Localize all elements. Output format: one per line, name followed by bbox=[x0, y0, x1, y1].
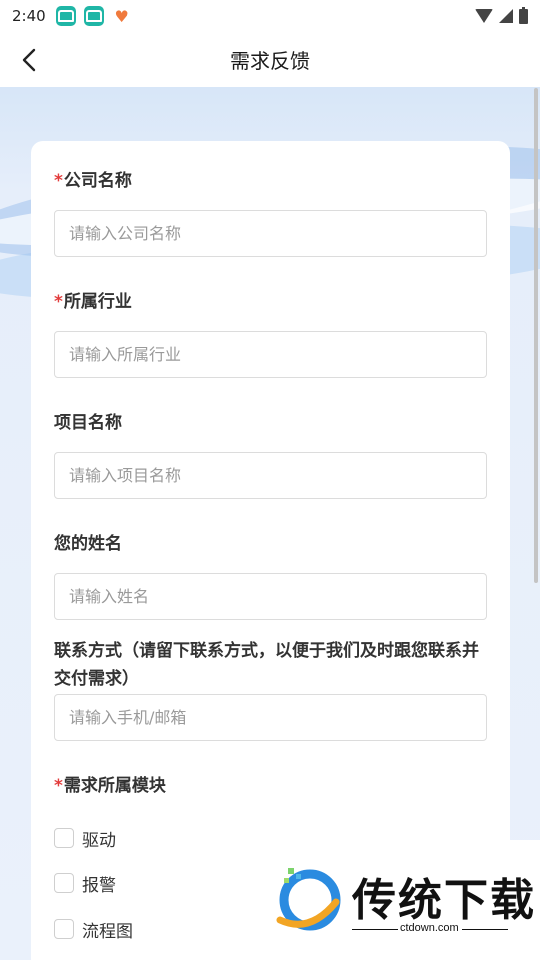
wifi-icon bbox=[475, 9, 493, 23]
module-option-alarm[interactable]: 报警 bbox=[54, 871, 116, 896]
industry-input[interactable] bbox=[54, 331, 487, 378]
status-time: 2:40 bbox=[12, 7, 46, 25]
name-input[interactable] bbox=[54, 573, 487, 620]
checkbox[interactable] bbox=[54, 873, 74, 893]
app-header: 需求反馈 bbox=[0, 32, 540, 87]
battery-icon bbox=[519, 6, 528, 24]
form-card: *公司名称 *所属行业 项目名称 您的姓名 联系方式（请留下联系方式，以便于我们… bbox=[31, 141, 510, 960]
required-marker: * bbox=[54, 776, 63, 796]
page-title: 需求反馈 bbox=[230, 49, 310, 73]
company-input[interactable] bbox=[54, 210, 487, 257]
checkbox[interactable] bbox=[54, 919, 74, 939]
chevron-left-icon bbox=[22, 48, 36, 72]
name-label: 您的姓名 bbox=[54, 534, 122, 554]
back-button[interactable] bbox=[14, 45, 44, 75]
contact-input[interactable] bbox=[54, 694, 487, 741]
car-app-icon bbox=[55, 6, 76, 26]
project-label: 项目名称 bbox=[54, 413, 122, 433]
watermark-logo-icon bbox=[276, 868, 341, 931]
heart-app-icon: ♥ bbox=[114, 6, 129, 26]
company-label: *公司名称 bbox=[54, 171, 132, 191]
module-label: *需求所属模块 bbox=[54, 776, 166, 796]
watermark-url: ctdown.com bbox=[400, 922, 459, 934]
watermark-text: 传统下载 bbox=[352, 875, 536, 926]
contact-label: 联系方式（请留下联系方式，以便于我们及时跟您联系并交付需求） bbox=[54, 641, 479, 689]
car-app-icon-2 bbox=[83, 6, 104, 26]
status-indicators bbox=[475, 6, 528, 24]
module-option-flowchart[interactable]: 流程图 bbox=[54, 917, 133, 942]
required-marker: * bbox=[54, 171, 63, 191]
scrollbar[interactable] bbox=[534, 88, 538, 583]
required-marker: * bbox=[54, 292, 63, 312]
watermark: 传统下载 ctdown.com bbox=[262, 840, 540, 960]
status-bar: 2:40 ♥ bbox=[0, 0, 540, 32]
project-input[interactable] bbox=[54, 452, 487, 499]
module-option-driver[interactable]: 驱动 bbox=[54, 826, 116, 851]
industry-label: *所属行业 bbox=[54, 292, 132, 312]
signal-icon bbox=[499, 9, 513, 23]
checkbox[interactable] bbox=[54, 828, 74, 848]
